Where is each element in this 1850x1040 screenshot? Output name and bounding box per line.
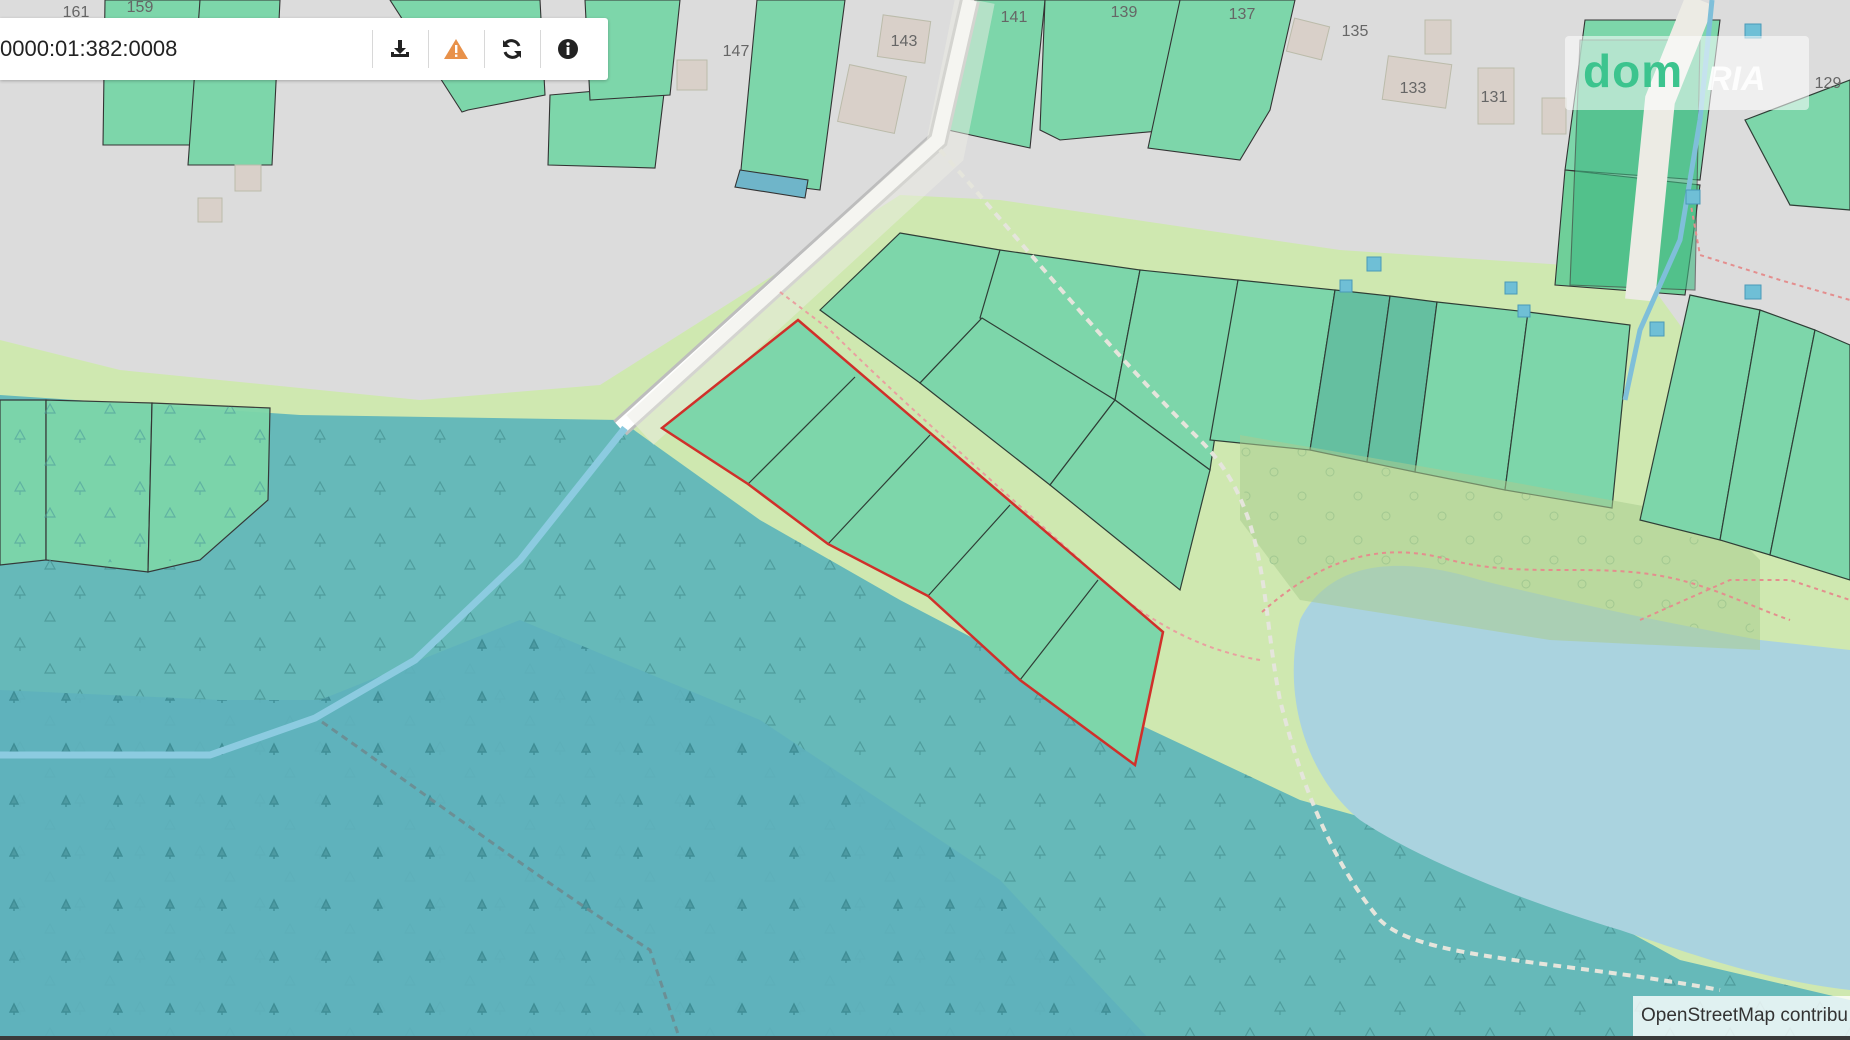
house-number: 159 (127, 0, 154, 16)
watermark-suffix: RIA (1707, 60, 1766, 98)
toolbar-separator (428, 30, 429, 68)
house-number: 135 (1342, 23, 1369, 40)
house-number: 147 (723, 43, 750, 60)
info-button[interactable] (548, 28, 588, 70)
bottom-border (0, 1036, 1850, 1040)
toolbar-separator (484, 30, 485, 68)
cadastral-map[interactable]: 161 159 147 143 141 139 137 135 133 131 … (0, 0, 1850, 1040)
cadastral-number[interactable]: 0000:01:382:0008 (0, 18, 370, 80)
report-problem-button[interactable] (436, 28, 476, 70)
map-attribution[interactable]: OpenStreetMap contribu (1632, 996, 1850, 1036)
info-icon (558, 39, 578, 59)
watermark-logo: dom RIA (1565, 36, 1809, 110)
house-number: 141 (1001, 9, 1028, 26)
map-toolbar: 0000:01:382:0008 (0, 18, 608, 80)
refresh-icon (503, 39, 521, 59)
refresh-button[interactable] (492, 28, 532, 70)
house-number: 143 (891, 33, 918, 50)
warning-icon (444, 39, 468, 59)
download-button[interactable] (380, 28, 420, 70)
house-number: 133 (1400, 80, 1427, 97)
house-number: 129 (1815, 75, 1842, 92)
download-icon (391, 40, 409, 57)
house-number: 131 (1481, 89, 1508, 106)
house-number: 139 (1111, 4, 1138, 21)
watermark-brand: dom (1583, 45, 1684, 97)
toolbar-separator (372, 30, 373, 68)
house-number: 137 (1229, 6, 1256, 23)
toolbar-separator (540, 30, 541, 68)
